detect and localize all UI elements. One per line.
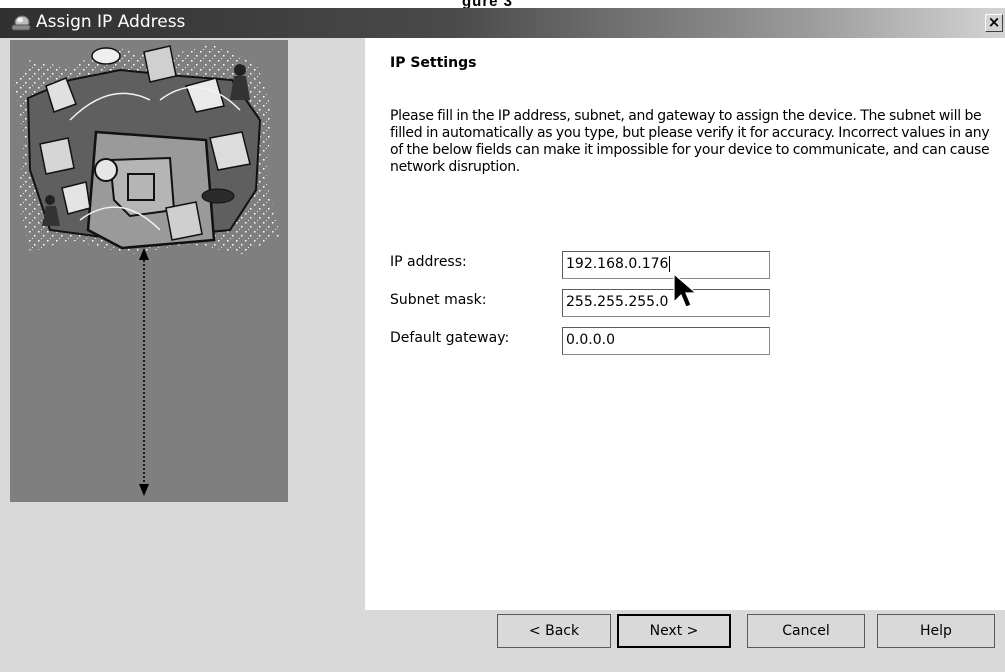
subnet-mask-label: Subnet mask: [390, 292, 487, 308]
next-button[interactable]: Next > [617, 614, 731, 648]
ip-address-value: 192.168.0.176 [566, 256, 669, 272]
default-gateway-label: Default gateway: [390, 330, 510, 346]
section-heading: IP Settings [390, 55, 477, 71]
double-arrow-icon [139, 248, 149, 496]
default-gateway-value: 0.0.0.0 [566, 332, 615, 348]
ip-address-field[interactable]: 192.168.0.176 [562, 251, 770, 279]
mouse-pointer-icon [673, 272, 698, 308]
ip-address-label: IP address: [390, 254, 467, 270]
text-caret [669, 256, 671, 272]
wizard-side-panel [10, 40, 288, 502]
subnet-mask-field[interactable]: 255.255.255.0 [562, 289, 770, 317]
cancel-button[interactable]: Cancel [747, 614, 865, 648]
help-button[interactable]: Help [877, 614, 995, 648]
close-icon: × [987, 13, 1001, 31]
back-button[interactable]: < Back [497, 614, 611, 648]
instructions-text: Please fill in the IP address, subnet, a… [390, 108, 990, 175]
wizard-content-pane: IP Settings Please fill in the IP addres… [365, 38, 1005, 610]
close-button[interactable]: × [985, 14, 1003, 32]
title-bar[interactable]: Assign IP Address × [0, 8, 1005, 38]
network-wizard-icon [11, 15, 31, 31]
window-title: Assign IP Address [36, 12, 186, 32]
default-gateway-field[interactable]: 0.0.0.0 [562, 327, 770, 355]
network-illustration [14, 44, 280, 496]
subnet-mask-value: 255.255.255.0 [566, 294, 669, 310]
assign-ip-dialog: Assign IP Address × IP Settings Please f… [0, 8, 1005, 672]
